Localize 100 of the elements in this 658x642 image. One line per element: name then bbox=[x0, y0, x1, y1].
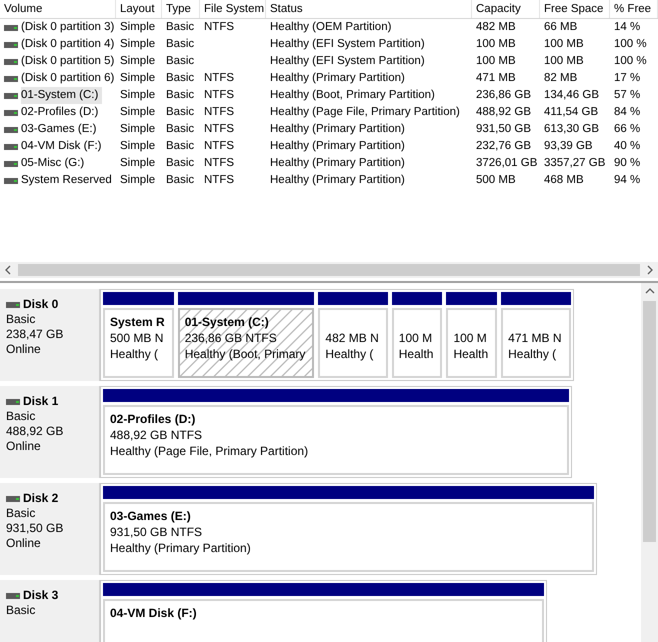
drive-icon bbox=[4, 178, 18, 184]
disk-status: Online bbox=[6, 342, 42, 357]
table-cell-text: Simple bbox=[120, 156, 156, 171]
partition-status: Health bbox=[398, 346, 434, 362]
chevron-left-icon[interactable] bbox=[4, 265, 12, 275]
partition-name: 01-System (C:) bbox=[184, 314, 270, 330]
chevron-right-icon[interactable] bbox=[646, 265, 654, 275]
table-cell-text: 100 MB bbox=[476, 37, 516, 52]
table-cell-text: Simple bbox=[120, 88, 156, 103]
table-cell-text: Basic bbox=[166, 37, 194, 52]
drive-icon bbox=[4, 144, 18, 150]
table-cell-text: 82 MB bbox=[544, 71, 578, 86]
table-cell-text: NTFS bbox=[204, 139, 234, 154]
column-header[interactable]: Status bbox=[266, 0, 472, 18]
column-header[interactable]: Free Space bbox=[540, 0, 610, 18]
column-header[interactable]: File System bbox=[200, 0, 266, 18]
table-cell-text: 66 % bbox=[614, 122, 640, 137]
column-header[interactable]: % Free bbox=[610, 0, 658, 18]
partition-header bbox=[103, 292, 174, 305]
partition-size: 482 MB N bbox=[325, 330, 380, 346]
table-cell-text: Basic bbox=[166, 122, 194, 137]
column-header[interactable]: Capacity bbox=[472, 0, 540, 18]
table-cell-text: 17 % bbox=[614, 71, 640, 86]
table-cell-text: 236,86 GB bbox=[476, 88, 531, 103]
partition-status: Healthy (Page File, Primary Partition) bbox=[110, 443, 310, 459]
table-cell[interactable]: System Reserved bbox=[21, 172, 116, 189]
disk-type: Basic bbox=[6, 409, 36, 424]
table-cell-text: Simple bbox=[120, 20, 156, 35]
table-cell-text: 100 MB bbox=[544, 37, 584, 52]
table-cell-text: Healthy (EFI System Partition) bbox=[270, 54, 425, 69]
horizontal-scrollbar[interactable] bbox=[0, 262, 658, 278]
table-cell-text: 14 % bbox=[614, 20, 640, 35]
table-cell-text: 100 % bbox=[614, 37, 647, 52]
disk-info-panel[interactable]: Disk 3 Basic bbox=[0, 580, 100, 642]
table-cell-text: NTFS bbox=[204, 156, 234, 171]
table-cell-text: Basic bbox=[166, 54, 194, 69]
disk-name: Disk 1 bbox=[23, 394, 58, 409]
table-cell-text: 3726,01 GB bbox=[476, 156, 538, 171]
table-cell[interactable]: 05-Misc (G:) bbox=[21, 155, 88, 172]
drive-icon bbox=[4, 110, 18, 116]
partition-header bbox=[446, 292, 498, 305]
table-cell-text: 500 MB bbox=[476, 173, 516, 188]
partition-block[interactable]: 471 MB N Healthy ( bbox=[501, 308, 570, 378]
drive-icon bbox=[4, 24, 18, 30]
partition-block[interactable]: 100 M Health bbox=[392, 308, 442, 378]
table-cell-text: Simple bbox=[120, 105, 156, 120]
table-cell-text: Simple bbox=[120, 54, 156, 69]
table-cell-text: Healthy (Primary Partition) bbox=[270, 139, 405, 154]
table-cell-text: Healthy (Primary Partition) bbox=[270, 173, 405, 188]
drive-icon bbox=[4, 58, 18, 64]
disk-name: Disk 2 bbox=[23, 491, 58, 506]
disk-size: 238,47 GB bbox=[6, 327, 64, 342]
table-cell[interactable]: (Disk 0 partition 5) bbox=[21, 53, 118, 70]
table-cell-text: 3357,27 GB bbox=[544, 156, 606, 171]
disk-name: Disk 0 bbox=[23, 297, 58, 312]
table-cell[interactable]: (Disk 0 partition 4) bbox=[21, 36, 118, 53]
table-cell-text: 93,39 GB bbox=[544, 139, 593, 154]
table-cell-text: Healthy (Primary Partition) bbox=[270, 71, 405, 86]
table-cell[interactable]: 01-System (C:) bbox=[21, 87, 102, 104]
table-cell-text: NTFS bbox=[204, 105, 234, 120]
table-cell-text: 100 MB bbox=[544, 54, 584, 69]
table-cell-text: Simple bbox=[120, 122, 156, 137]
partition-block[interactable]: 04-VM Disk (F:) bbox=[103, 599, 544, 642]
table-cell-text: Simple bbox=[120, 71, 156, 86]
partition-status: Health bbox=[453, 346, 490, 362]
partition-block[interactable]: 01-System (C:) 236,86 GB NTFS Healthy (Boot, Primary bbox=[178, 308, 314, 378]
table-cell[interactable]: (Disk 0 partition 3) bbox=[21, 19, 118, 36]
table-cell[interactable]: (Disk 0 partition 6) bbox=[21, 70, 118, 87]
drive-icon bbox=[4, 126, 18, 132]
chevron-up-icon[interactable] bbox=[644, 287, 654, 295]
disk-type: Basic bbox=[6, 506, 36, 521]
column-header[interactable]: Type bbox=[162, 0, 200, 18]
vertical-scrollbar[interactable] bbox=[641, 283, 658, 642]
partition-block[interactable]: 482 MB N Healthy ( bbox=[318, 308, 388, 378]
partition-block[interactable]: 100 M Health bbox=[446, 308, 498, 378]
table-cell[interactable]: 03-Games (E:) bbox=[21, 121, 100, 138]
partition-size: 100 M bbox=[453, 330, 488, 346]
drive-icon bbox=[4, 92, 18, 98]
disk-info-panel[interactable]: Disk 2 Basic 931,50 GB Online bbox=[0, 483, 100, 575]
table-cell-text: Basic bbox=[166, 173, 194, 188]
partition-name: 02-Profiles (D:) bbox=[110, 411, 196, 427]
table-cell-text: Basic bbox=[166, 20, 194, 35]
table-cell-text: 931,50 GB bbox=[476, 122, 531, 137]
table-cell[interactable]: 02-Profiles (D:) bbox=[21, 104, 102, 121]
column-header[interactable]: Volume bbox=[0, 0, 116, 18]
table-cell-text: 66 MB bbox=[544, 20, 578, 35]
table-cell-text: Simple bbox=[120, 37, 156, 52]
partition-block[interactable]: 03-Games (E:) 931,50 GB NTFS Healthy (Primary Partition) bbox=[103, 502, 594, 572]
column-header[interactable]: Layout bbox=[116, 0, 162, 18]
table-cell-text: 84 % bbox=[614, 105, 640, 120]
partition-block[interactable]: System R 500 MB N Healthy ( bbox=[103, 308, 174, 378]
disk-info-panel[interactable]: Disk 0 Basic 238,47 GB Online bbox=[0, 289, 100, 381]
partition-status: Healthy (Boot, Primary bbox=[184, 346, 306, 362]
disk-info-panel[interactable]: Disk 1 Basic 488,92 GB Online bbox=[0, 386, 100, 478]
partition-block[interactable]: 02-Profiles (D:) 488,92 GB NTFS Healthy (Page File, Primary Partition) bbox=[103, 405, 569, 475]
table-cell-text: 411,54 GB bbox=[544, 105, 598, 120]
table-cell-text: NTFS bbox=[204, 122, 234, 137]
table-cell-text: 232,76 GB bbox=[476, 139, 531, 154]
table-cell[interactable]: 04-VM Disk (F:) bbox=[21, 138, 106, 155]
partition-status: Healthy ( bbox=[110, 346, 160, 362]
